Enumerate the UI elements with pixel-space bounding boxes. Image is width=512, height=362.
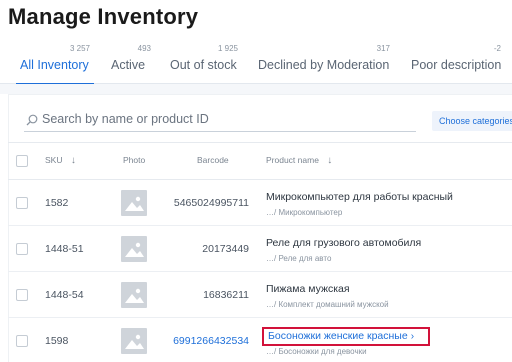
barcode-cell: 5465024995711	[173, 197, 249, 209]
tab-count: -2	[493, 44, 501, 53]
tab-label: Out of stock	[170, 58, 237, 72]
inventory-tabs: 3 257 All Inventory 493 Active 1 925 Out…	[0, 44, 512, 85]
product-photo-placeholder-icon	[121, 190, 147, 216]
product-photo-placeholder-icon	[121, 236, 147, 262]
product-name[interactable]: Реле для грузового автомобиля	[266, 237, 421, 249]
tab-count: 1 925	[217, 44, 238, 53]
search-box[interactable]	[24, 106, 416, 132]
highlight-box	[262, 327, 430, 346]
column-label: Product name	[266, 155, 319, 165]
table-row[interactable]: 1448-51 20173449 Реле для грузового авто…	[8, 226, 512, 272]
table-row[interactable]: 1448-54 16836211 Пижама мужская …/ Компл…	[8, 272, 512, 318]
column-sku[interactable]: SKU ↓	[45, 155, 76, 166]
tab-count: 493	[137, 44, 151, 53]
tab-all-inventory[interactable]: 3 257 All Inventory	[16, 44, 94, 85]
product-category: …/ Микрокомпьютер	[266, 208, 343, 217]
tab-poor-description[interactable]: -2 Poor description	[411, 44, 501, 84]
sku-cell: 1448-54	[45, 289, 84, 301]
product-category: …/ Реле для авто	[266, 254, 332, 263]
tab-out-of-stock[interactable]: 1 925 Out of stock	[170, 44, 238, 84]
select-all-checkbox[interactable]	[16, 155, 28, 167]
column-photo: Photo	[123, 155, 146, 165]
choose-categories-button[interactable]: Choose categories	[432, 111, 512, 131]
tab-count: 3 257	[69, 44, 90, 53]
row-checkbox[interactable]	[16, 197, 28, 209]
column-label: SKU	[45, 155, 63, 165]
panel-gap	[0, 84, 512, 94]
search-input[interactable]	[42, 109, 412, 129]
table-row[interactable]: 1582 5465024995711 Микрокомпьютер для ра…	[8, 180, 512, 226]
page-title: Manage Inventory	[8, 4, 199, 29]
barcode-cell: 16836211	[203, 289, 249, 301]
barcode-link[interactable]: 6991266432534	[173, 335, 249, 347]
product-name[interactable]: Пижама мужская	[266, 283, 350, 295]
product-photo-placeholder-icon	[121, 282, 147, 308]
sku-cell: 1582	[45, 197, 69, 209]
product-name[interactable]: Микрокомпьютер для работы красный	[266, 191, 453, 203]
tab-active[interactable]: 493 Active	[111, 44, 151, 84]
sort-arrow-icon[interactable]: ↓	[71, 155, 76, 166]
column-barcode: Barcode	[197, 155, 229, 165]
product-category: …/ Комплект домашний мужской	[266, 300, 389, 309]
product-category: …/ Босоножки для девочки	[266, 347, 367, 356]
table-row[interactable]: 1598 6991266432534 Босоножки женские кра…	[8, 318, 512, 362]
tab-count: 317	[376, 44, 390, 53]
tab-declined-by-moderation[interactable]: 317 Declined by Moderation	[258, 44, 390, 84]
tab-label: Active	[111, 58, 146, 72]
row-checkbox[interactable]	[16, 243, 28, 255]
sort-arrow-icon[interactable]: ↓	[327, 155, 332, 166]
tab-label: Poor description	[411, 58, 502, 72]
tab-label: All Inventory	[20, 58, 89, 72]
column-product-name[interactable]: Product name ↓	[266, 155, 332, 166]
row-checkbox[interactable]	[16, 335, 28, 347]
sku-cell: 1448-51	[45, 243, 84, 255]
sku-cell: 1598	[45, 335, 69, 347]
row-checkbox[interactable]	[16, 289, 28, 301]
search-icon	[26, 113, 38, 126]
tab-label: Declined by Moderation	[258, 58, 390, 72]
table-header: SKU ↓ Photo Barcode Product name ↓	[8, 142, 512, 180]
barcode-cell: 20173449	[202, 243, 249, 255]
product-photo-placeholder-icon	[121, 328, 147, 354]
